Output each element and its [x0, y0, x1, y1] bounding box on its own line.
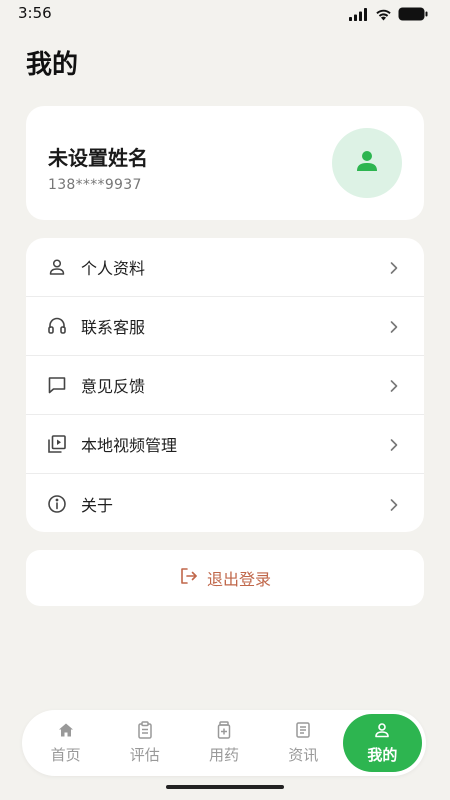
- home-indicator[interactable]: [166, 785, 284, 789]
- tab-label: 用药: [209, 746, 240, 764]
- menu-item-local-video[interactable]: 本地视频管理: [26, 415, 424, 474]
- avatar[interactable]: [332, 128, 402, 198]
- menu-item-about[interactable]: 关于: [26, 474, 424, 532]
- bottom-tab-bar: 首页 评估 用药 资讯 我的: [22, 710, 426, 776]
- tab-medication[interactable]: 用药: [184, 714, 263, 772]
- menu-item-profile[interactable]: 个人资料: [26, 238, 424, 297]
- chevron-right-icon: [388, 378, 400, 392]
- tab-assessment[interactable]: 评估: [105, 714, 184, 772]
- message-icon: [46, 374, 68, 396]
- chevron-right-icon: [388, 319, 400, 333]
- tab-news[interactable]: 资讯: [264, 714, 343, 772]
- signal-icon: [349, 6, 369, 25]
- video-library-icon: [46, 433, 68, 455]
- menu-item-label: 个人资料: [81, 259, 146, 278]
- logout-button[interactable]: 退出登录: [26, 550, 424, 606]
- home-icon: [57, 721, 75, 739]
- medicine-icon: [215, 721, 233, 739]
- menu-item-label: 联系客服: [81, 318, 146, 337]
- menu-item-label: 关于: [81, 495, 114, 515]
- chevron-right-icon: [388, 497, 400, 511]
- tab-home[interactable]: 首页: [26, 714, 105, 772]
- avatar-person-icon: [355, 149, 379, 177]
- tab-mine[interactable]: 我的: [342, 714, 423, 772]
- wifi-icon: [375, 6, 392, 25]
- logout-icon: [179, 566, 199, 590]
- menu-item-label: 本地视频管理: [81, 436, 178, 455]
- person-icon: [46, 256, 68, 278]
- screen: 3:56 我的 未设置姓名 138****9937 个人资料 联系客服 意见反馈…: [0, 0, 450, 800]
- menu-item-support[interactable]: 联系客服: [26, 297, 424, 356]
- tab-label: 资讯: [288, 746, 319, 764]
- menu-card: 个人资料 联系客服 意见反馈 本地视频管理 关于: [26, 238, 424, 532]
- menu-item-feedback[interactable]: 意见反馈: [26, 356, 424, 415]
- status-icons: [349, 6, 428, 25]
- page-title: 我的: [26, 50, 79, 80]
- menu-item-label: 意见反馈: [81, 377, 146, 396]
- chevron-right-icon: [388, 260, 400, 274]
- logout-label: 退出登录: [206, 570, 271, 589]
- profile-name: 未设置姓名: [48, 146, 148, 170]
- user-icon: [373, 721, 391, 739]
- article-icon: [294, 721, 312, 739]
- tab-label: 评估: [129, 746, 160, 764]
- status-bar: 3:56: [0, 0, 450, 26]
- headset-icon: [46, 315, 68, 337]
- status-time: 3:56: [18, 4, 52, 22]
- profile-phone: 138****9937: [48, 177, 142, 193]
- chevron-right-icon: [388, 437, 400, 451]
- tab-label: 我的: [367, 746, 398, 764]
- profile-card[interactable]: 未设置姓名 138****9937: [26, 106, 424, 220]
- info-icon: [46, 493, 68, 515]
- clipboard-icon: [136, 721, 154, 739]
- battery-icon: [398, 6, 428, 25]
- tab-label: 首页: [50, 746, 81, 764]
